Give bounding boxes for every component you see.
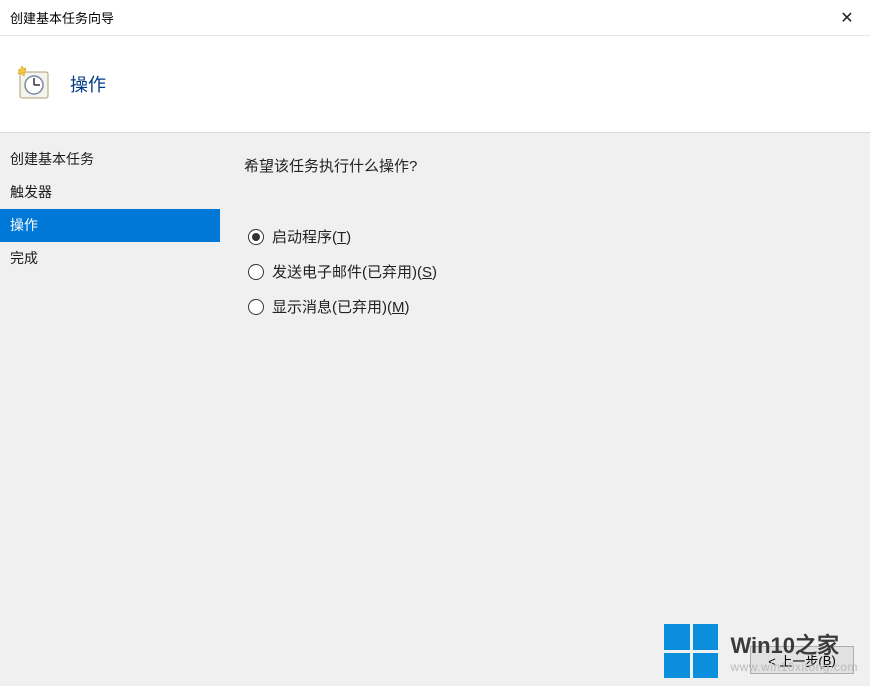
sidebar-item-create-task[interactable]: 创建基本任务 <box>0 143 220 176</box>
action-prompt: 希望该任务执行什么操作? <box>244 155 846 176</box>
radio-label: 显示消息(已弃用)(M) <box>272 296 410 317</box>
sidebar-item-action[interactable]: 操作 <box>0 209 220 242</box>
wizard-main-panel: 希望该任务执行什么操作? 启动程序(T) 发送电子邮件(已弃用)(S) 显示消息… <box>220 133 870 686</box>
wizard-sidebar: 创建基本任务 触发器 操作 完成 <box>0 133 220 686</box>
radio-icon <box>248 229 264 245</box>
radio-icon <box>248 299 264 315</box>
wizard-button-bar: < 上一步(B) <box>750 646 854 674</box>
radio-label: 启动程序(T) <box>272 226 351 247</box>
radio-start-program[interactable]: 启动程序(T) <box>248 226 846 247</box>
clock-icon <box>16 66 52 102</box>
titlebar: 创建基本任务向导 ✕ <box>0 0 870 36</box>
radio-label: 发送电子邮件(已弃用)(S) <box>272 261 437 282</box>
sidebar-item-finish[interactable]: 完成 <box>0 242 220 275</box>
action-radio-group: 启动程序(T) 发送电子邮件(已弃用)(S) 显示消息(已弃用)(M) <box>244 226 846 317</box>
wizard-header: 操作 <box>0 36 870 132</box>
wizard-body: 创建基本任务 触发器 操作 完成 希望该任务执行什么操作? 启动程序(T) 发送… <box>0 132 870 686</box>
back-button[interactable]: < 上一步(B) <box>750 646 854 674</box>
wizard-step-title: 操作 <box>70 71 106 97</box>
radio-show-message[interactable]: 显示消息(已弃用)(M) <box>248 296 846 317</box>
radio-send-email[interactable]: 发送电子邮件(已弃用)(S) <box>248 261 846 282</box>
sidebar-item-trigger[interactable]: 触发器 <box>0 176 220 209</box>
radio-icon <box>248 264 264 280</box>
close-button[interactable]: ✕ <box>824 0 870 36</box>
window-title: 创建基本任务向导 <box>10 8 114 27</box>
